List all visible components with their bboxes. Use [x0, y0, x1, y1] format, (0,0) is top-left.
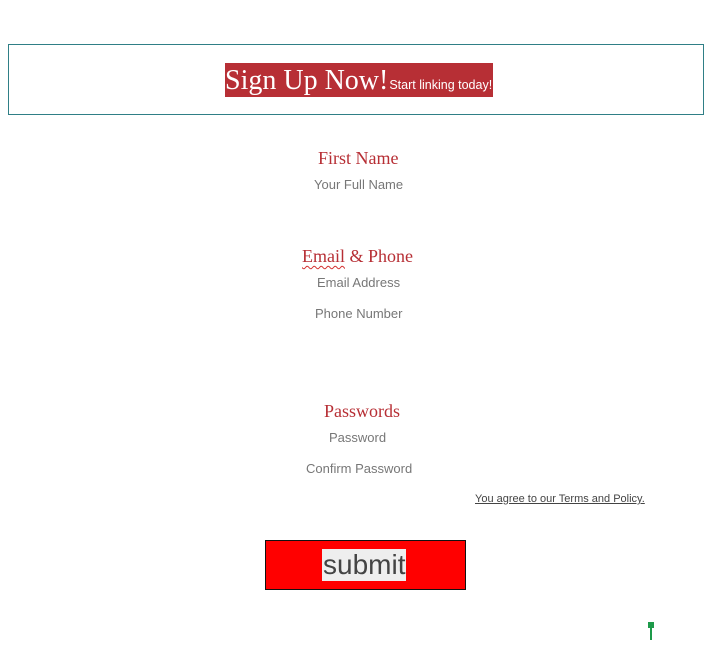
signup-header-title: Sign Up Now! Start linking today!: [225, 63, 494, 97]
submit-button-label: submit: [322, 549, 407, 581]
section-title-passwords: Passwords: [324, 401, 401, 421]
section-title-email-phone: Email & Phone: [302, 246, 413, 266]
page-title: Sign Up Now!: [225, 65, 389, 96]
section-title-first-name: First Name: [318, 148, 399, 168]
terms-link[interactable]: You agree to our Terms and Policy.: [475, 492, 645, 506]
confirm-password-field[interactable]: Confirm Password: [306, 461, 412, 477]
full-name-field[interactable]: Your Full Name: [314, 177, 403, 193]
password-field[interactable]: Password: [329, 430, 386, 446]
submit-button[interactable]: submit: [265, 540, 466, 590]
email-field[interactable]: Email Address: [317, 275, 400, 291]
section-title-email-rest: & Phone: [345, 246, 414, 266]
phone-field[interactable]: Phone Number: [315, 306, 402, 322]
section-title-email-word: Email: [302, 246, 345, 266]
page-subtitle: Start linking today!: [389, 78, 493, 92]
pin-marker-icon: [648, 622, 654, 640]
